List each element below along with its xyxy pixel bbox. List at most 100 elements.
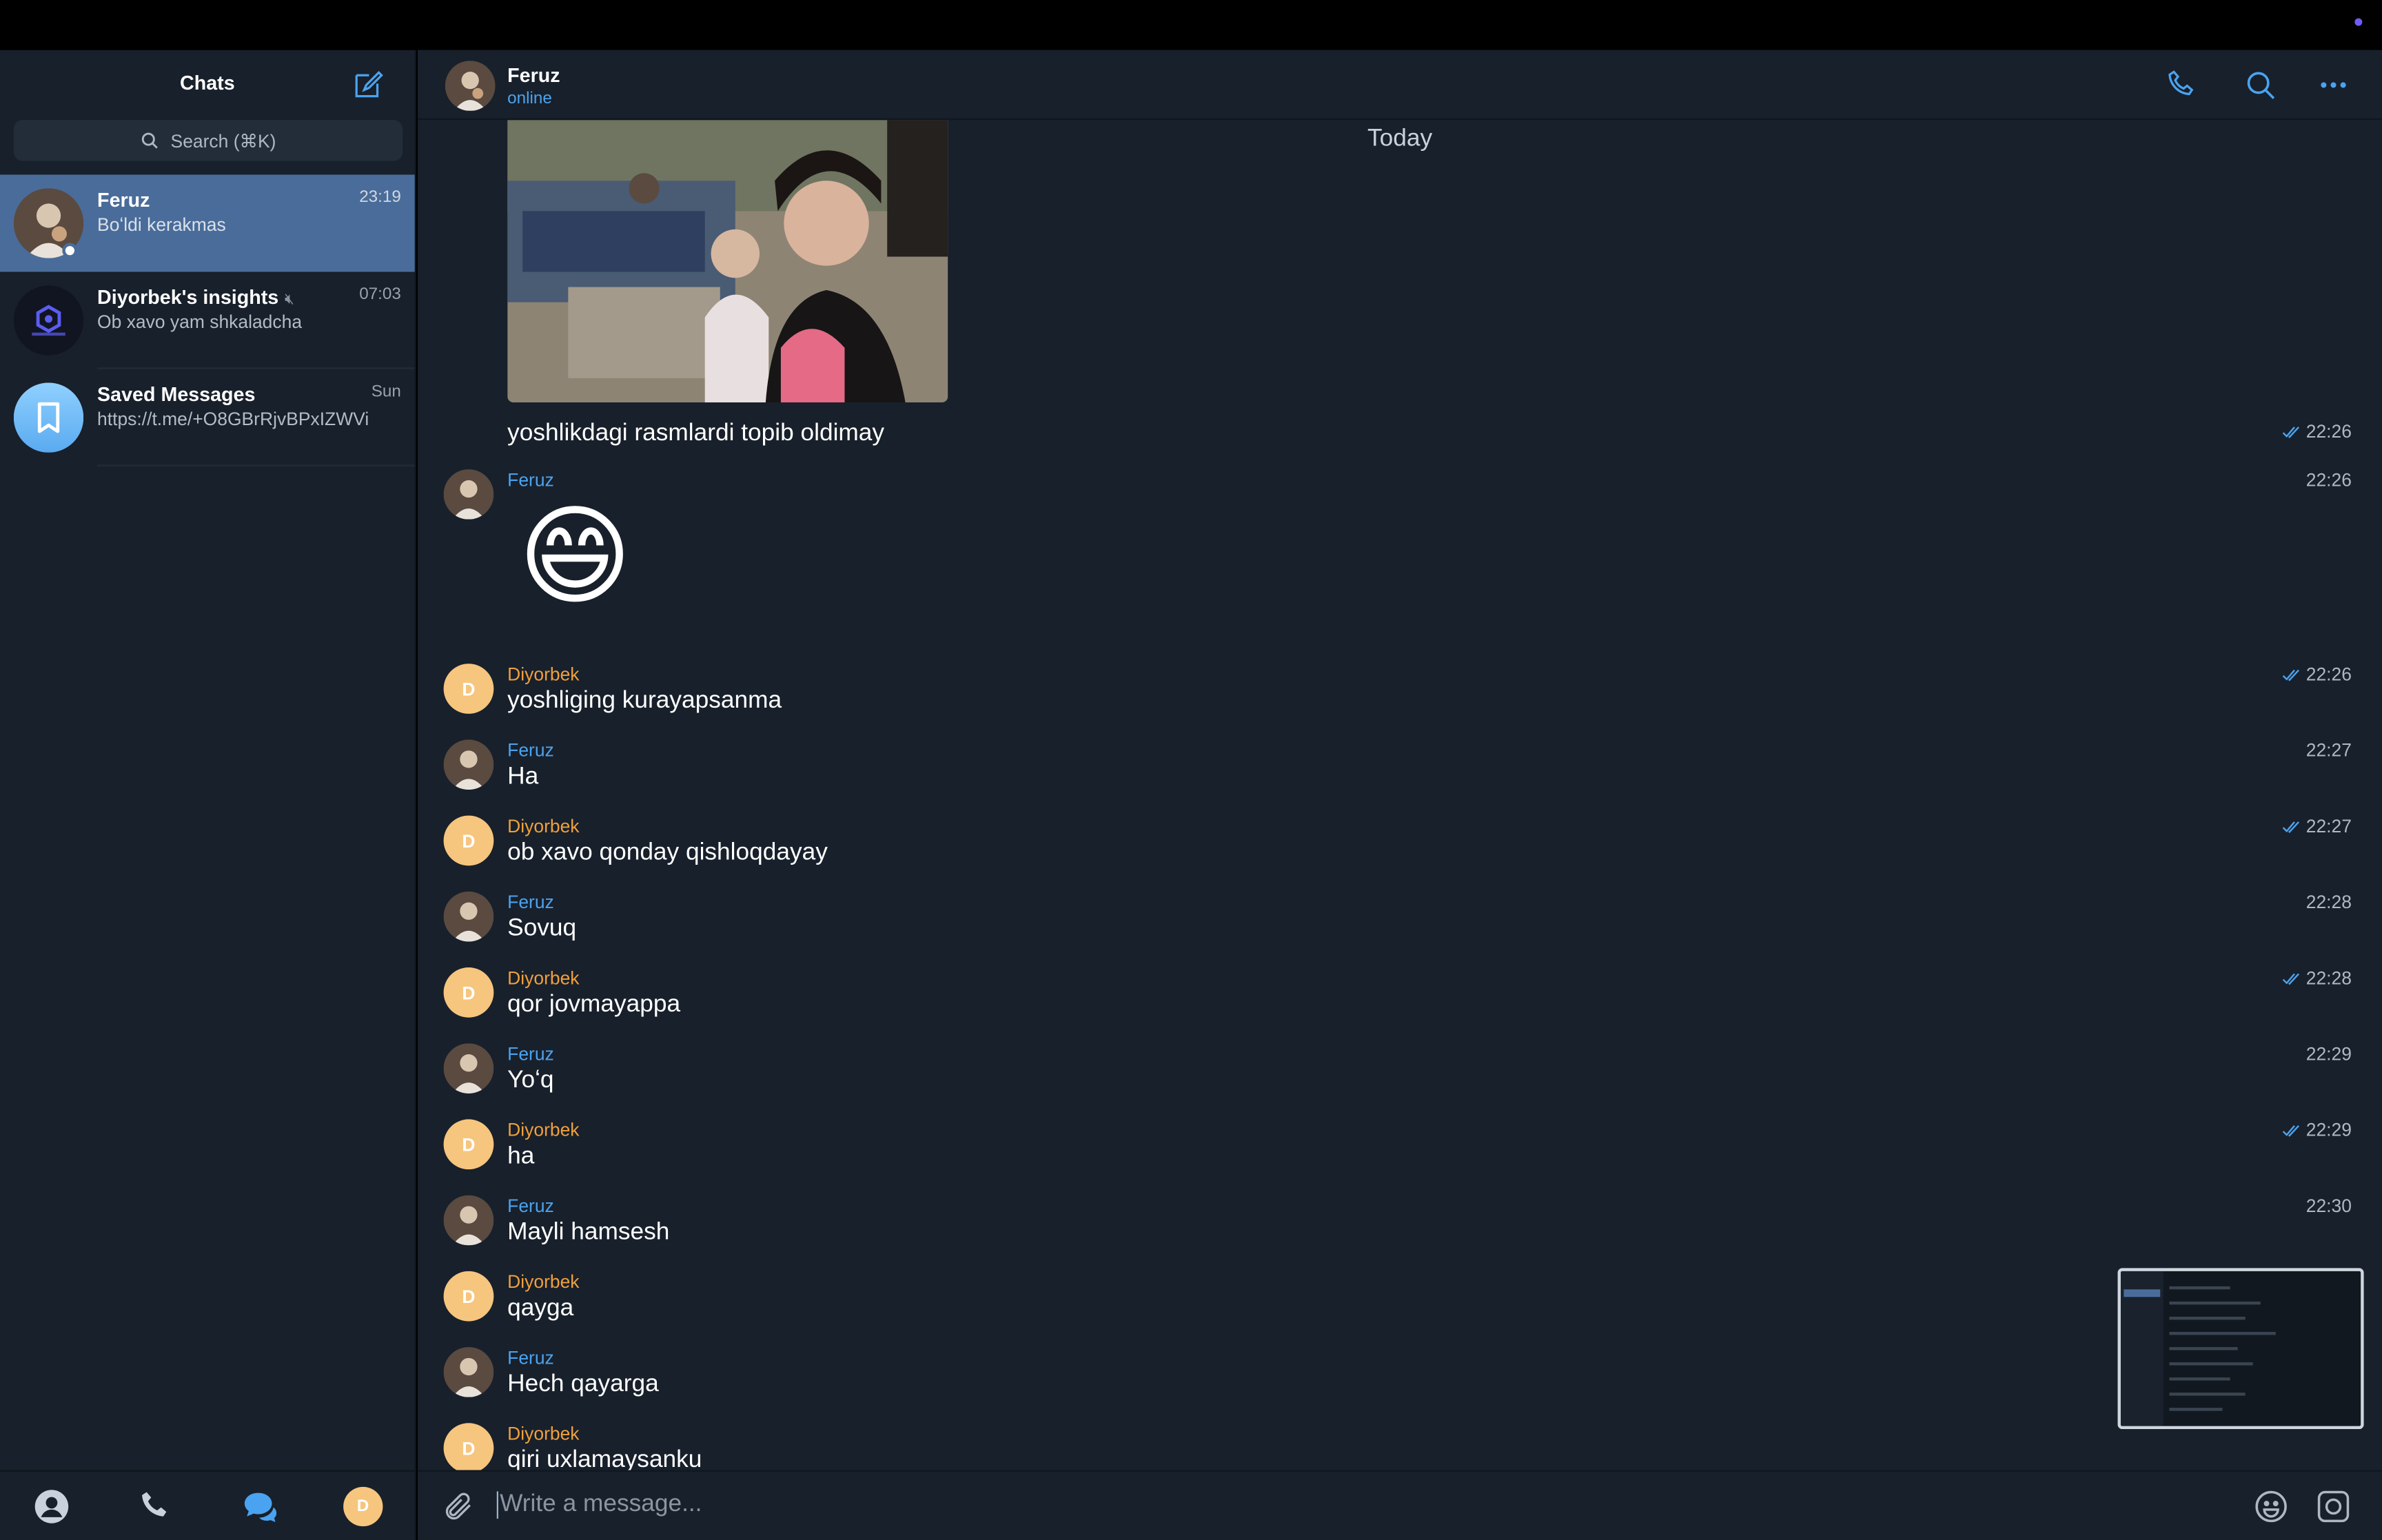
message-time: 22:26 bbox=[2281, 421, 2352, 442]
avatar bbox=[443, 469, 494, 520]
message-sender: Feruz bbox=[507, 469, 554, 491]
chat-preview: Boʻldi kerakmas bbox=[97, 214, 226, 236]
message-time: 22:29 bbox=[2305, 1043, 2352, 1065]
chat-time: Sun bbox=[371, 382, 401, 401]
channel-avatar bbox=[13, 285, 84, 356]
phone-icon bbox=[142, 1491, 167, 1516]
muted-icon: 🔇︎ bbox=[285, 291, 294, 309]
chat-list: Feruz 23:19 Boʻldi kerakmas Diyorbek's i… bbox=[0, 174, 415, 466]
message-sender: Feruz bbox=[507, 891, 554, 913]
read-checkmarks-icon bbox=[2282, 1124, 2299, 1136]
system-top-bar bbox=[0, 0, 2382, 50]
online-indicator bbox=[62, 243, 78, 258]
avatar bbox=[443, 1195, 494, 1246]
chat-header-avatar[interactable] bbox=[445, 61, 496, 111]
video-message-icon[interactable] bbox=[2315, 1488, 2352, 1525]
chat-item-diyorbeks-insights[interactable]: Diyorbek's insights 🔇︎ 07:03 Ob xavo yam … bbox=[0, 272, 415, 369]
message-composer: Write a message... bbox=[418, 1470, 2382, 1540]
avatar bbox=[443, 891, 494, 942]
chat-header: Feruz online bbox=[418, 50, 2382, 121]
message-time: 22:27 bbox=[2281, 816, 2352, 836]
chat-name: Saved Messages bbox=[97, 382, 256, 406]
message-time: 22:27 bbox=[2305, 739, 2352, 761]
search-placeholder: Search (⌘K) bbox=[170, 130, 276, 152]
chats-icon bbox=[244, 1492, 276, 1521]
saved-messages-avatar bbox=[13, 382, 84, 453]
search-icon bbox=[142, 132, 159, 149]
avatar: D bbox=[443, 1423, 494, 1470]
search-icon[interactable] bbox=[2243, 68, 2277, 101]
message-text: qiri uxlamaysanku bbox=[507, 1447, 702, 1470]
emoji-sticker: 😄 bbox=[518, 496, 633, 619]
avatar: D bbox=[443, 815, 494, 866]
avatar: D bbox=[443, 1271, 494, 1322]
sidebar-header: Chats bbox=[0, 50, 415, 117]
chat-title[interactable]: Feruz bbox=[507, 64, 560, 87]
tab-settings[interactable]: D bbox=[340, 1483, 385, 1528]
message-text: Mayli hamsesh bbox=[507, 1219, 670, 1246]
message-text: Ha bbox=[507, 763, 539, 790]
read-checkmarks-icon bbox=[2282, 668, 2299, 681]
chat-time: 07:03 bbox=[359, 285, 401, 304]
message-time: 22:30 bbox=[2305, 1195, 2352, 1217]
message-text: yoshlikdagi rasmlardi topib oldimay bbox=[507, 420, 885, 447]
message-text: Hech qayarga bbox=[507, 1371, 659, 1397]
message-text: ha bbox=[507, 1143, 535, 1170]
avatar: D bbox=[443, 967, 494, 1018]
message-text: yoshliging kurayapsanma bbox=[507, 688, 782, 714]
chat-item-feruz[interactable]: Feruz 23:19 Boʻldi kerakmas bbox=[0, 174, 415, 272]
chat-name: Diyorbek's insights 🔇︎ bbox=[97, 285, 294, 309]
message-sender: Feruz bbox=[507, 1043, 554, 1065]
avatar: D bbox=[443, 1119, 494, 1170]
more-icon[interactable] bbox=[2317, 68, 2350, 101]
read-checkmarks-icon bbox=[2282, 972, 2299, 985]
screenshot-preview-thumbnail[interactable] bbox=[2117, 1268, 2364, 1430]
call-icon[interactable] bbox=[2165, 68, 2198, 101]
message-time: 22:29 bbox=[2281, 1119, 2352, 1140]
message-time: 22:28 bbox=[2305, 891, 2352, 913]
message-sender: Diyorbek bbox=[507, 664, 580, 686]
message-text: qor jovmayappa bbox=[507, 992, 681, 1018]
sidebar-tab-bar: D bbox=[0, 1470, 415, 1540]
message-time: 22:26 bbox=[2305, 469, 2352, 491]
read-checkmarks-icon bbox=[2282, 425, 2299, 438]
message-list: Today yoshlikdagi rasmlardi topib oldima… bbox=[418, 120, 2382, 1470]
message-text: qayga bbox=[507, 1295, 574, 1322]
tab-contacts[interactable] bbox=[29, 1483, 74, 1528]
emoji-icon[interactable] bbox=[2253, 1488, 2290, 1525]
message-sender: Feruz bbox=[507, 1195, 554, 1217]
read-checkmarks-icon bbox=[2282, 821, 2299, 832]
message-text: Yoʻq bbox=[507, 1067, 554, 1094]
message-text: ob xavo qonday qishloqdayay bbox=[507, 839, 828, 866]
camera-indicator-dot bbox=[2354, 18, 2363, 26]
tab-chats[interactable] bbox=[236, 1483, 282, 1528]
date-separator: Today bbox=[1367, 125, 1433, 152]
message-text: Sovuq bbox=[507, 916, 577, 942]
chat-item-saved-messages[interactable]: Saved Messages Sun https://t.me/+O8GBrRj… bbox=[0, 369, 415, 466]
message-sender: Feruz bbox=[507, 1347, 554, 1368]
search-input[interactable]: Search (⌘K) bbox=[13, 120, 403, 161]
avatar: D bbox=[443, 664, 494, 714]
message-sender: Diyorbek bbox=[507, 815, 580, 837]
avatar bbox=[443, 1347, 494, 1397]
tab-calls[interactable] bbox=[133, 1483, 179, 1528]
avatar bbox=[443, 1043, 494, 1094]
compose-icon[interactable] bbox=[351, 68, 384, 101]
message-sender: Diyorbek bbox=[507, 1119, 580, 1141]
message-input[interactable]: Write a message... bbox=[496, 1491, 702, 1519]
message-sender: Diyorbek bbox=[507, 1271, 580, 1293]
chat-preview: https://t.me/+O8GBrRjvBPxIZWVi bbox=[97, 408, 369, 430]
message-photo[interactable] bbox=[507, 120, 948, 403]
attach-icon[interactable] bbox=[442, 1490, 475, 1523]
chat-status: online bbox=[507, 90, 552, 108]
message-time: 22:28 bbox=[2281, 967, 2352, 989]
sidebar: Chats Search (⌘K) Feruz 23:19 Boʻldi ker… bbox=[0, 50, 416, 1540]
my-avatar: D bbox=[343, 1486, 383, 1526]
message-sender: Feruz bbox=[507, 739, 554, 761]
chat-panel: Feruz online Today yoshlikdagi rasmlardi… bbox=[418, 50, 2382, 1540]
message-time: 22:26 bbox=[2281, 664, 2352, 685]
divider bbox=[97, 464, 415, 466]
contacts-icon bbox=[34, 1489, 69, 1523]
chat-time: 23:19 bbox=[359, 188, 401, 207]
message-sender: Diyorbek bbox=[507, 967, 580, 989]
